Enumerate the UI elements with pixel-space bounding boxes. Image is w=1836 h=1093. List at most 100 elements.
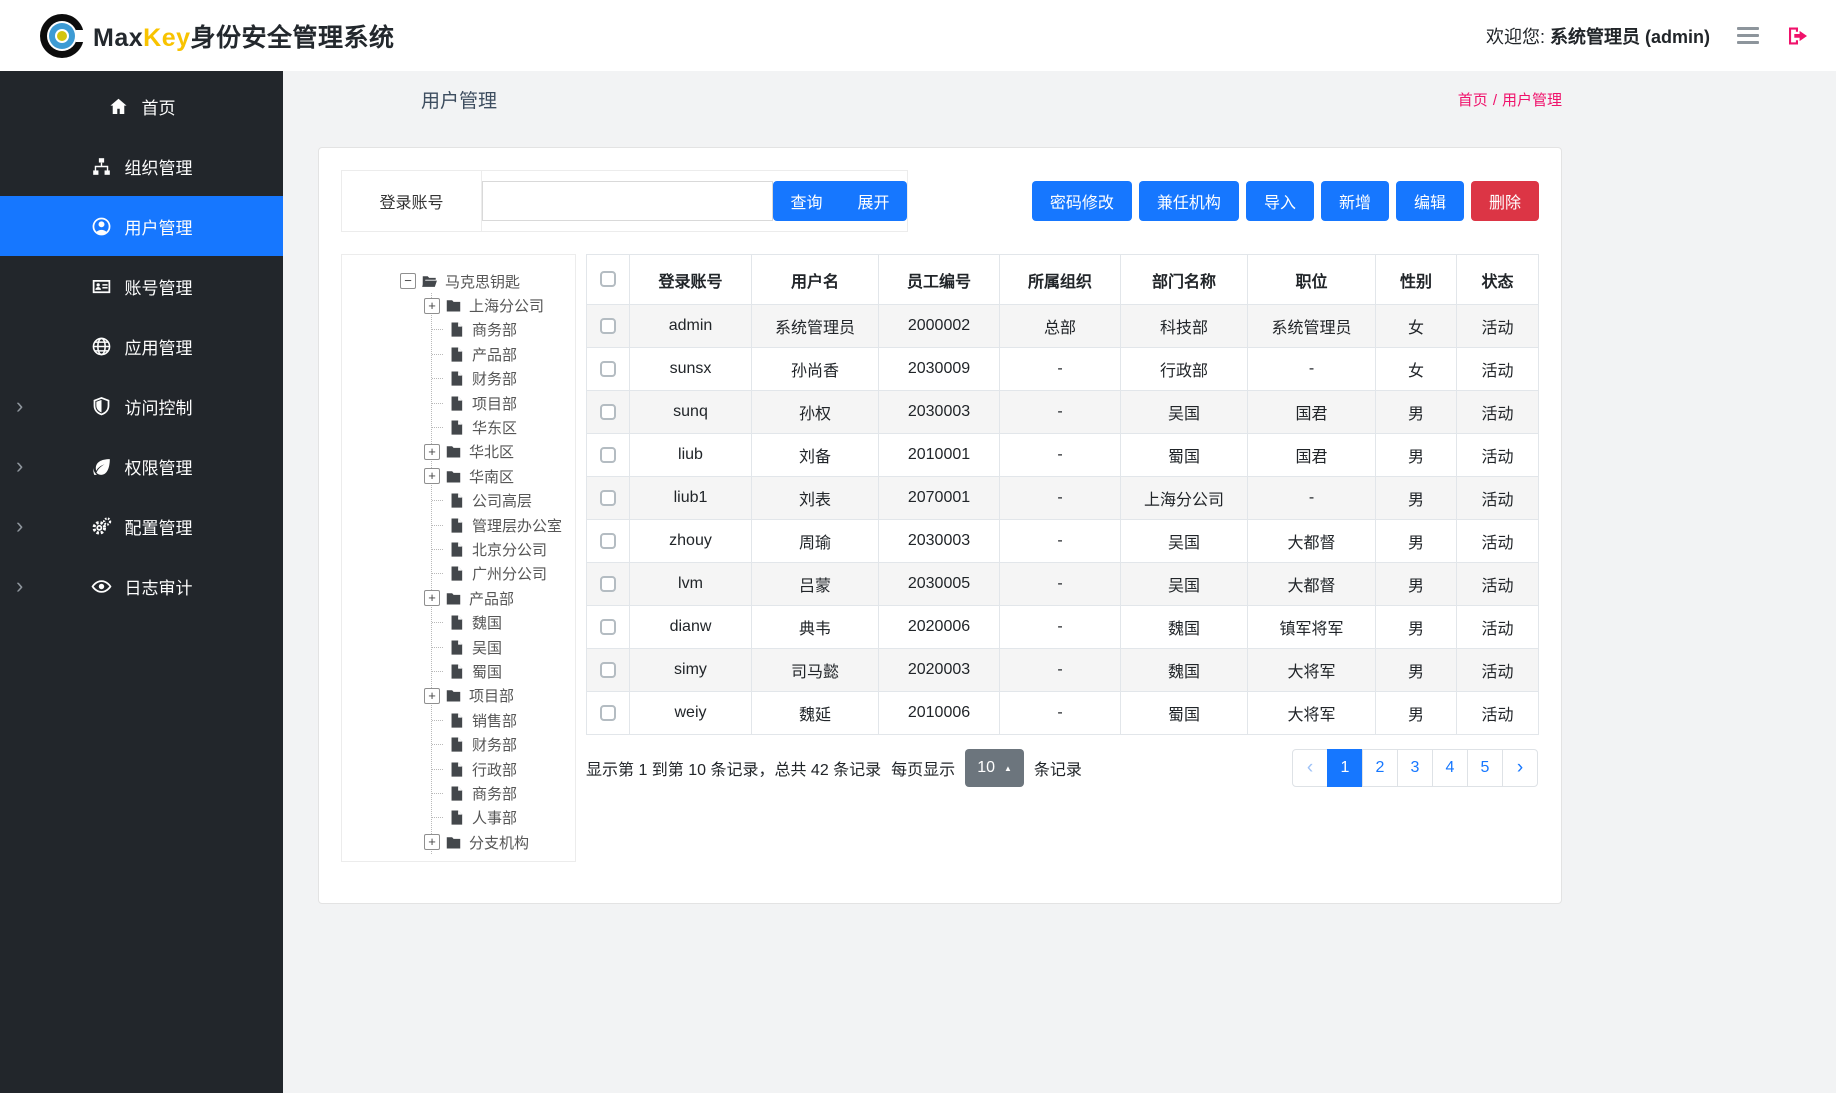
tree-node[interactable]: 项目部 [432,391,573,415]
breadcrumb-home-link[interactable]: 首页 [1458,92,1488,109]
column-header[interactable]: 职位 [1248,255,1376,305]
column-header[interactable]: 部门名称 [1121,255,1248,305]
tree-node[interactable]: +项目部 [432,684,573,708]
sidebar-item-home[interactable]: 首页 [0,76,283,136]
tree-node[interactable]: 吴国 [432,635,573,659]
expand-button[interactable]: 展开 [840,181,907,221]
tree-node-label[interactable]: 商务部 [472,783,517,804]
tree-node[interactable]: 财务部 [432,732,573,756]
row-checkbox[interactable] [600,447,616,463]
tree-node-label[interactable]: 管理层办公室 [472,515,562,536]
tree-node-label[interactable]: 产品部 [469,588,514,609]
tree-node-label[interactable]: 产品部 [472,344,517,365]
column-header[interactable]: 性别 [1376,255,1457,305]
tree-node-label[interactable]: 销售部 [472,710,517,731]
tree-node[interactable]: 销售部 [432,708,573,732]
tree-node[interactable]: +上海分公司 [432,293,573,317]
query-button[interactable]: 查询 [773,181,840,221]
column-header[interactable]: 登录账号 [630,255,752,305]
tree-expand-toggle[interactable]: + [424,590,440,606]
tree-expand-toggle[interactable]: + [424,468,440,484]
tree-node[interactable]: +产品部 [432,586,573,610]
row-checkbox[interactable] [600,533,616,549]
page-button-4[interactable]: 4 [1432,749,1468,787]
tree-node[interactable]: 蜀国 [432,659,573,683]
column-header[interactable]: 员工编号 [879,255,1000,305]
tree-node[interactable]: 华东区 [432,415,573,439]
sidebar-item-access[interactable]: ›访问控制 [0,376,283,436]
tree-node-label[interactable]: 商务部 [472,319,517,340]
tree-node[interactable]: 魏国 [432,610,573,634]
tree-node-label[interactable]: 华东区 [472,417,517,438]
tree-expand-toggle[interactable]: + [424,688,440,704]
row-checkbox[interactable] [600,619,616,635]
tree-node-label[interactable]: 北京分公司 [472,539,547,560]
sidebar-item-app[interactable]: 应用管理 [0,316,283,376]
sign-out-icon[interactable] [1786,24,1810,48]
edit-button[interactable]: 编辑 [1396,181,1464,221]
sidebar-item-permission[interactable]: ›权限管理 [0,436,283,496]
sidebar-item-account[interactable]: 账号管理 [0,256,283,316]
per-page-select[interactable]: 10 ▲ [965,749,1024,787]
row-checkbox[interactable] [600,490,616,506]
sidebar-item-user[interactable]: 用户管理 [0,196,283,256]
column-header[interactable]: 所属组织 [1000,255,1121,305]
sidebar-item-config[interactable]: ›配置管理 [0,496,283,556]
tree-node-label[interactable]: 吴国 [472,637,502,658]
prev-page-button[interactable]: ‹ [1292,749,1328,787]
tree-node-label[interactable]: 财务部 [472,734,517,755]
next-page-button[interactable]: › [1502,749,1538,787]
page-button-2[interactable]: 2 [1362,749,1398,787]
tree-node[interactable]: 行政部 [432,757,573,781]
tree-node-label[interactable]: 魏国 [472,612,502,633]
column-header[interactable]: 状态 [1457,255,1539,305]
tree-node-label[interactable]: 华南区 [469,466,514,487]
delete-button[interactable]: 删除 [1471,181,1539,221]
tree-node[interactable]: +华北区 [432,440,573,464]
page-button-1[interactable]: 1 [1327,749,1363,787]
tree-node-label[interactable]: 华北区 [469,441,514,462]
hamburger-menu-icon[interactable] [1736,26,1760,46]
tree-node[interactable]: 广州分公司 [432,562,573,586]
tree-node-label[interactable]: 行政部 [472,759,517,780]
row-checkbox[interactable] [600,404,616,420]
change-password-button[interactable]: 密码修改 [1032,181,1132,221]
select-all-checkbox[interactable] [600,271,616,287]
tree-expand-toggle[interactable]: + [424,298,440,314]
tree-node[interactable]: 人事部 [432,806,573,830]
tree-root-node[interactable]: − 马克思钥匙 [400,269,573,293]
tree-node-label[interactable]: 上海分公司 [469,295,544,316]
tree-node-label[interactable]: 蜀国 [472,661,502,682]
tree-node-label[interactable]: 项目部 [469,685,514,706]
tree-expand-toggle[interactable]: + [424,834,440,850]
concurrent-org-button[interactable]: 兼任机构 [1139,181,1239,221]
add-button[interactable]: 新增 [1321,181,1389,221]
tree-node-label[interactable]: 公司高层 [472,490,532,511]
tree-collapse-toggle[interactable]: − [400,273,416,289]
page-button-5[interactable]: 5 [1467,749,1503,787]
tree-node-label[interactable]: 财务部 [472,368,517,389]
column-header[interactable]: 用户名 [752,255,879,305]
tree-node[interactable]: 管理层办公室 [432,513,573,537]
row-checkbox[interactable] [600,576,616,592]
tree-node-label[interactable]: 广州分公司 [472,563,547,584]
tree-node[interactable]: 北京分公司 [432,537,573,561]
tree-expand-toggle[interactable]: + [424,444,440,460]
row-checkbox[interactable] [600,705,616,721]
tree-node-label[interactable]: 项目部 [472,393,517,414]
tree-node-label[interactable]: 分支机构 [469,832,529,853]
tree-node-label[interactable]: 马克思钥匙 [445,271,520,292]
tree-node[interactable]: 商务部 [432,781,573,805]
tree-node[interactable]: 产品部 [432,342,573,366]
page-button-3[interactable]: 3 [1397,749,1433,787]
sidebar-item-audit[interactable]: ›日志审计 [0,556,283,616]
tree-node-label[interactable]: 人事部 [472,807,517,828]
tree-node[interactable]: 公司高层 [432,489,573,513]
row-checkbox[interactable] [600,662,616,678]
tree-node[interactable]: +华南区 [432,464,573,488]
sidebar-item-org[interactable]: 组织管理 [0,136,283,196]
row-checkbox[interactable] [600,361,616,377]
row-checkbox[interactable] [600,318,616,334]
app-logo[interactable]: MaxKey身份安全管理系统 [40,14,395,58]
tree-node[interactable]: 财务部 [432,367,573,391]
